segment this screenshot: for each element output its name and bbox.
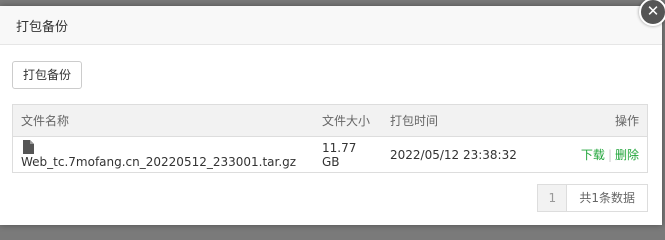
cell-filename: Web_tc.7mofang.cn_20220512_233001.tar.gz [13,137,315,173]
table-row: Web_tc.7mofang.cn_20220512_233001.tar.gz… [13,137,648,173]
pagination: 1 共1条数据 [537,184,648,212]
close-icon[interactable]: ✕ [639,0,665,26]
file-name: Web_tc.7mofang.cn_20220512_233001.tar.gz [21,155,297,169]
column-header-filename: 文件名称 [12,104,314,137]
backup-table: 文件名称 文件大小 打包时间 操作 Web_tc.7mofang.cn_2022… [12,104,648,173]
delete-link[interactable]: 删除 [615,148,639,162]
column-header-time: 打包时间 [382,104,568,137]
dialog-header: 打包备份 [0,6,662,45]
action-separator: | [607,148,612,162]
file-icon [23,140,34,154]
download-link[interactable]: 下载 [581,148,605,162]
cell-time: 2022/05/12 23:38:32 [390,147,517,162]
page-number-button[interactable]: 1 [538,185,568,211]
table-header-row: 文件名称 文件大小 打包时间 操作 [12,104,648,137]
toolbar: 打包备份 [0,45,662,91]
cell-actions: 下载 | 删除 [568,137,648,173]
total-count: 共1条数据 [579,191,635,205]
dialog-title: 打包备份 [16,19,69,35]
pack-backup-button[interactable]: 打包备份 [12,61,83,89]
backup-dialog: 打包备份 ✕ 打包备份 文件名称 文件大小 打包时间 操作 Web_tc.7mo… [0,0,665,225]
column-header-size: 文件大小 [314,104,382,137]
column-header-actions: 操作 [568,104,648,137]
cell-size: 11.77 GB [322,140,357,169]
